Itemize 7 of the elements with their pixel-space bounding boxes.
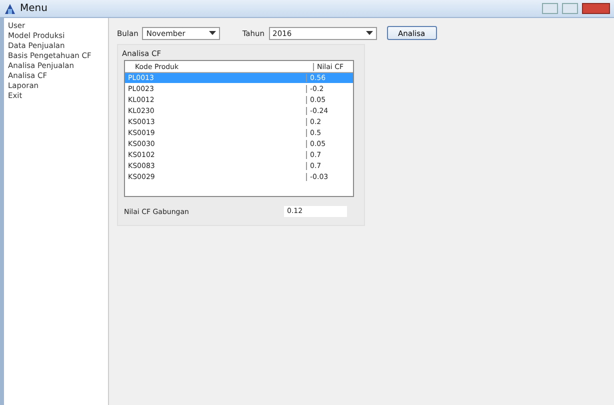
close-button[interactable] xyxy=(582,3,610,14)
window-title: Menu xyxy=(20,3,48,14)
minimize-button[interactable] xyxy=(542,3,558,14)
caret-icon xyxy=(366,31,373,35)
caret-icon xyxy=(209,31,216,35)
app-icon xyxy=(4,2,16,14)
maximize-button[interactable] xyxy=(562,3,578,14)
